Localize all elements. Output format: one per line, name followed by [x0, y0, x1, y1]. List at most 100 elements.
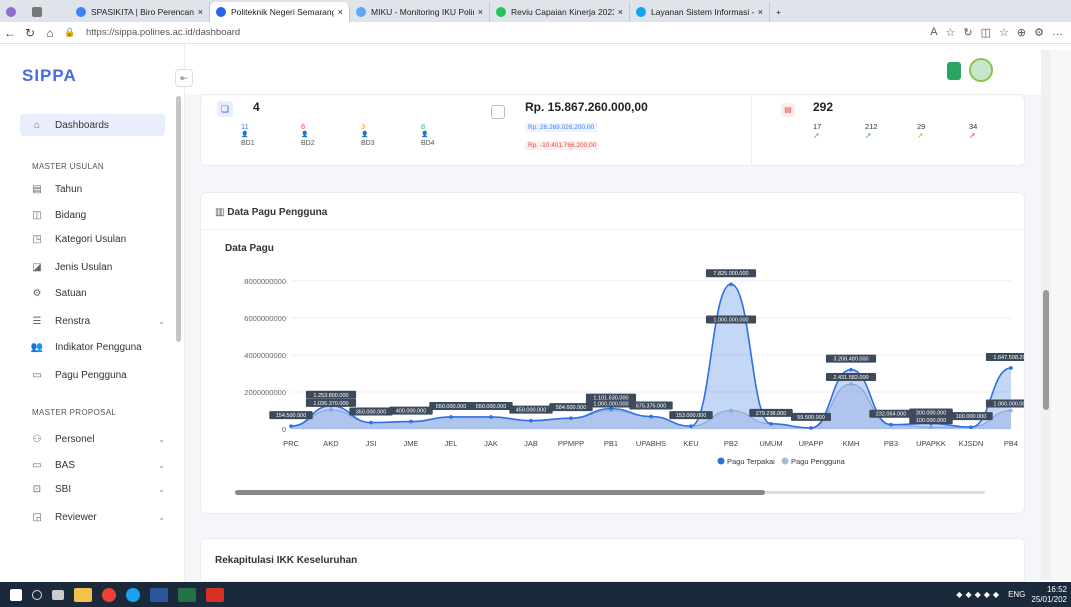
sidebar-item-sbi[interactable]: ⊡ SBI ⌄: [20, 478, 165, 500]
main-content: ❏ 4 11 👤 BD1 6 👤 BD2 3 👤 BD3 8 👤 BD4 Rp. 15.867…: [185, 44, 1041, 582]
data-label: 1.647.508.200: [993, 355, 1024, 361]
data-point: [809, 426, 813, 430]
browser-tab[interactable]: Layanan Sistem Informasi - POLI×: [630, 2, 770, 22]
chevron-down-icon[interactable]: ⌄: [158, 485, 165, 494]
sidebar-item-pagu-pengguna[interactable]: ▭ Pagu Pengguna: [20, 364, 165, 386]
data-point: [769, 422, 773, 426]
refresh-icon[interactable]: ↻: [20, 26, 40, 40]
edge-icon[interactable]: [126, 587, 140, 602]
x-tick-label: PB1: [604, 439, 618, 448]
data-label: 100.000.000: [916, 418, 947, 424]
chart-scroll-thumb: [235, 490, 765, 495]
language-indicator[interactable]: ENG: [1008, 590, 1025, 599]
app-logo[interactable]: SIPPA: [22, 66, 77, 86]
sidebar-scrollbar[interactable]: [176, 96, 181, 342]
wallet-icon: [491, 105, 505, 119]
url-field[interactable]: https://sippa.polines.ac.id/dashboard: [86, 27, 240, 38]
sidebar-item-kategori-usulan[interactable]: ◳ Kategori Usulan: [20, 228, 165, 250]
browser-tab[interactable]: SPASIKITA | Biro Perencanaan×: [70, 2, 210, 22]
extensions-icon[interactable]: ⚙: [1034, 26, 1044, 39]
sidebar-item-satuan[interactable]: ⚙ Satuan: [20, 282, 165, 304]
menu-icon: ☰: [32, 315, 42, 327]
usulan-value: 29: [917, 122, 926, 131]
usulan-value: 34: [969, 122, 978, 131]
browser-tab[interactable]: MIKU - Monitoring IKU Polines×: [350, 2, 490, 22]
chevron-down-icon[interactable]: ⌄: [158, 461, 165, 470]
close-tab-icon[interactable]: ×: [334, 7, 343, 17]
data-label: 2.431.582.000: [833, 375, 868, 381]
close-tab-icon[interactable]: ×: [194, 7, 203, 17]
page-scrollbar[interactable]: [1041, 50, 1051, 580]
clock-time: 16:52: [1046, 584, 1067, 594]
x-tick-label: AKD: [323, 439, 339, 448]
pagu-total: Rp. 15.867.260.000,00: [525, 100, 648, 114]
divider: [201, 229, 1026, 230]
sidebar-item-bas[interactable]: ▭ BAS ⌄: [20, 454, 165, 476]
workspaces-icon[interactable]: [26, 2, 70, 22]
browser-tab[interactable]: Reviu Capaian Kinerja 2023 - Ren×: [490, 2, 630, 22]
search-icon[interactable]: [32, 589, 42, 600]
new-tab-button[interactable]: +: [770, 2, 792, 22]
refresh-page-icon[interactable]: ↻: [963, 26, 972, 39]
data-point: [529, 418, 533, 423]
data-label: 1.036.370.000: [313, 401, 348, 407]
collections-icon[interactable]: ⊕: [1017, 26, 1026, 39]
chevron-down-icon[interactable]: ⌄: [158, 513, 165, 522]
word-icon[interactable]: [150, 587, 168, 602]
sidebar-item-label: Renstra: [55, 315, 91, 327]
sidebar-item-renstra[interactable]: ☰ Renstra ⌄: [20, 310, 165, 332]
home-icon[interactable]: ⌂: [40, 26, 60, 40]
data-label: 675.375.000: [636, 404, 667, 410]
data-point: [729, 282, 733, 287]
close-tab-icon[interactable]: ×: [614, 7, 623, 17]
acrobat-icon[interactable]: [206, 587, 224, 602]
data-label: 1.000.000.000: [593, 402, 628, 408]
menu-icon: 👥: [30, 341, 44, 353]
sidebar-item-indikator-pengguna[interactable]: 👥 Indikator Pengguna: [20, 336, 165, 358]
browser-tab[interactable]: Politeknik Negeri Semarang - Da×: [210, 2, 350, 22]
chart-section-title: ▥ Data Pagu Pengguna: [215, 207, 328, 218]
sidebar-item-jenis-usulan[interactable]: ◪ Jenis Usulan: [20, 256, 165, 278]
data-point: [849, 367, 853, 372]
menu-icon: ⊡: [32, 483, 42, 495]
sidebar-item-tahun[interactable]: ▤ Tahun: [20, 178, 165, 200]
x-tick-label: PB3: [884, 439, 898, 448]
sidebar-item-reviewer[interactable]: ◲ Reviewer ⌄: [20, 506, 165, 528]
sidebar-item-dashboards[interactable]: ⌂ Dashboards: [20, 114, 165, 136]
more-menu-icon[interactable]: …: [1052, 26, 1063, 39]
lock-icon: 🔒: [64, 27, 76, 37]
task-view-icon[interactable]: [52, 589, 64, 600]
year-badge-icon[interactable]: [947, 62, 961, 80]
address-bar: ← ↻ ⌂ 🔒 https://sippa.polines.ac.id/dash…: [0, 22, 1071, 44]
excel-icon[interactable]: [178, 587, 196, 602]
sidebar-item-personel[interactable]: ⚇ Personel ⌄: [20, 428, 165, 450]
sidebar-item-label: Bidang: [55, 209, 87, 221]
close-tab-icon[interactable]: ×: [474, 7, 483, 17]
windows-start-icon[interactable]: [10, 588, 22, 601]
clock[interactable]: 16:52 25/01/202: [1031, 585, 1067, 605]
sidebar-item-label: Jenis Usulan: [55, 261, 113, 273]
page-scrollbar-thumb[interactable]: [1043, 290, 1049, 410]
chevron-down-icon[interactable]: ⌄: [158, 435, 165, 444]
data-point: [889, 422, 893, 427]
data-point: [409, 419, 413, 424]
chrome-icon[interactable]: [102, 587, 116, 602]
browser-profile-icon[interactable]: [0, 2, 26, 22]
sidebar-item-bidang[interactable]: ◫ Bidang: [20, 204, 165, 226]
file-explorer-icon[interactable]: [74, 587, 92, 602]
avatar[interactable]: [969, 58, 993, 82]
chevron-down-icon[interactable]: ⌄: [158, 317, 165, 326]
close-tab-icon[interactable]: ×: [754, 7, 763, 17]
section-master-proposal: MASTER PROPOSAL: [32, 408, 117, 417]
favorites-icon[interactable]: ☆: [999, 26, 1009, 39]
favorite-star-icon[interactable]: ☆: [946, 26, 956, 39]
read-aloud-icon[interactable]: A: [930, 26, 937, 39]
send-icon: ➚: [813, 131, 820, 140]
sidebar-item-label: Reviewer: [55, 511, 97, 523]
legend-marker: [781, 457, 789, 465]
bd-label: BD4: [421, 140, 435, 147]
collapse-sidebar-icon[interactable]: ⇤: [175, 69, 193, 87]
split-screen-icon[interactable]: ◫: [981, 26, 991, 39]
back-icon[interactable]: ←: [0, 26, 20, 40]
system-tray-icons[interactable]: ◆◆◆◆◆: [956, 590, 1002, 599]
